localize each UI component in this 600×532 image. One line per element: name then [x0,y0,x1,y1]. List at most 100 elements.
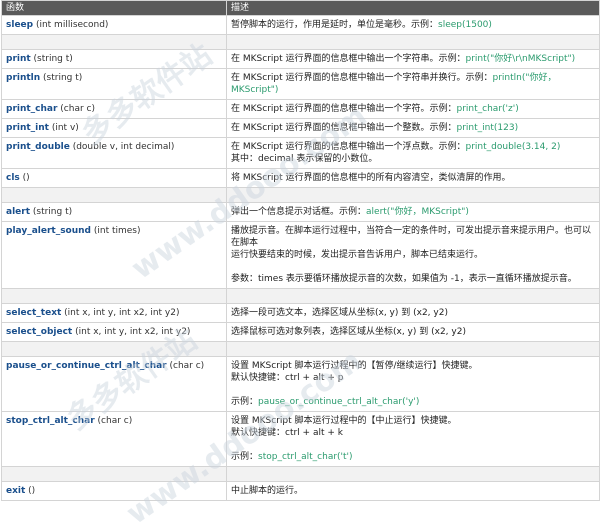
function-description-cell: 选择一段可选文本，选择区域从坐标(x, y) 到 (x2, y2) [226,303,600,323]
function-description-cell: 在 MKScript 运行界面的信息框中输出一个浮点数。示例：print_dou… [226,137,600,169]
header-description: 描述 [226,0,600,16]
spacer-cell [1,187,227,203]
spacer-row [1,187,600,203]
function-signature-cell: pause_or_continue_ctrl_alt_char (char c) [1,356,227,412]
function-name: pause_or_continue_ctrl_alt_char [6,361,167,371]
table-row: print (string t) 在 MKScript 运行界面的信息框中输出一个… [1,49,600,69]
description-text: 在 MKScript 运行界面的信息框中输出一个字符串并换行。示例： [231,73,493,83]
description-line: 在 MKScript 运行界面的信息框中输出一个字符串。示例：print("你好… [231,53,595,65]
table-body: sleep (int millisecond) 暂停脚本的运行，作用是延时，单位是… [1,15,600,501]
function-name: print_char [6,104,58,114]
function-description-cell: 将 MKScript 运行界面的信息框中的所有内容清空，类似清屏的作用。 [226,168,600,188]
spacer-cell [226,341,600,357]
description-text: 在 MKScript 运行界面的信息框中输出一个字符串。示例： [231,54,466,64]
table-row: alert (string t) 弹出一个信息提示对话框。示例：alert("你好… [1,202,600,222]
table-row: stop_ctrl_alt_char (char c) 设置 MKScript 脚… [1,411,600,467]
table-row: print_double (double v, int decimal) 在 MK… [1,137,600,169]
spacer-row [1,341,600,357]
function-name: print_double [6,142,70,152]
spacer-cell [1,288,227,304]
function-description-cell: 在 MKScript 运行界面的信息框中输出一个整数。示例：print_int(… [226,118,600,138]
function-name: print_int [6,123,49,133]
spacer-row [1,288,600,304]
function-signature-cell: alert (string t) [1,202,227,222]
function-params: (char c) [94,416,133,426]
header-function: 函数 [1,0,227,16]
spacer-row [1,34,600,50]
function-description-cell: 播放提示音。在脚本运行过程中，当符合一定的条件时，可发出提示音来提示用户。也可以… [226,221,600,289]
table-header-row: 函数 描述 [1,0,600,16]
description-text: 运行快要结束的时候，发出提示音告诉用户，脚本已结束运行。 [231,250,484,260]
function-description-cell: 在 MKScript 运行界面的信息框中输出一个字符串并换行。示例：printl… [226,68,600,100]
description-line: 默认快捷键：ctrl + alt + p [231,372,595,384]
function-reference-table: 函数 描述 sleep (int millisecond) 暂停脚本的运行，作用是… [1,0,600,501]
code-example: print_int(123) [456,123,519,133]
description-line: 选择鼠标可选对象列表，选择区域从坐标(x, y) 到 (x2, y2) [231,326,595,338]
function-description-cell: 选择鼠标可选对象列表，选择区域从坐标(x, y) 到 (x2, y2) [226,322,600,342]
function-description-cell: 中止脚本的运行。 [226,481,600,501]
spacer-cell [226,288,600,304]
description-line: 弹出一个信息提示对话框。示例：alert("你好，MKScript") [231,206,595,218]
code-example: alert("你好，MKScript") [366,207,469,217]
description-text: 暂停脚本的运行，作用是延时，单位是毫秒。示例： [231,20,439,30]
function-params: (int times) [91,226,141,236]
function-signature-cell: stop_ctrl_alt_char (char c) [1,411,227,467]
function-params: (string t) [40,73,83,83]
description-text: 默认快捷键：ctrl + alt + k [231,428,343,438]
description-text: 设置 MKScript 脚本运行过程中的【中止运行】快捷键。 [231,416,457,426]
function-description-cell: 在 MKScript 运行界面的信息框中输出一个字符串。示例：print("你好… [226,49,600,69]
table-row: select_text (int x, int y, int x2, int y… [1,303,600,323]
table-row: select_object (int x, int y, int x2, int… [1,322,600,342]
function-params: (int x, int y, int x2, int y2) [61,308,180,318]
description-text: 示例： [231,452,259,462]
function-params: (int v) [48,123,79,133]
function-name: cls [6,173,20,183]
function-name: stop_ctrl_alt_char [6,416,95,426]
description-text: 参数：times 表示要循环播放提示音的次数，如果值为 -1，表示一直循环播放提… [231,274,577,284]
description-text: 在 MKScript 运行界面的信息框中输出一个浮点数。示例： [231,142,466,152]
description-text: 选择鼠标可选对象列表，选择区域从坐标(x, y) 到 (x2, y2) [231,327,466,337]
function-name: print [6,54,31,64]
table-row: print_char (char c) 在 MKScript 运行界面的信息框中输… [1,99,600,119]
function-description-cell: 设置 MKScript 脚本运行过程中的【暂停/继续运行】快捷键。 默认快捷键：c… [226,356,600,412]
description-text: 默认快捷键：ctrl + alt + p [231,373,344,383]
function-name: select_text [6,308,62,318]
function-signature-cell: println (string t) [1,68,227,100]
table-row: play_alert_sound (int times) 播放提示音。在脚本运行过… [1,221,600,289]
spacer-cell [1,34,227,50]
description-text: 在 MKScript 运行界面的信息框中输出一个字符。示例： [231,104,457,114]
spacer-cell [1,341,227,357]
function-signature-cell: select_object (int x, int y, int x2, int… [1,322,227,342]
table-row: println (string t) 在 MKScript 运行界面的信息框中输出… [1,68,600,100]
code-example: pause_or_continue_ctrl_alt_char('y') [258,397,420,407]
function-signature-cell: print (string t) [1,49,227,69]
function-params: (string t) [30,207,73,217]
description-text: 在 MKScript 运行界面的信息框中输出一个整数。示例： [231,123,457,133]
description-text: 设置 MKScript 脚本运行过程中的【暂停/继续运行】快捷键。 [231,361,478,371]
spacer-cell [1,466,227,482]
description-line: 设置 MKScript 脚本运行过程中的【中止运行】快捷键。 [231,415,595,427]
description-line: 示例：pause_or_continue_ctrl_alt_char('y') [231,396,595,408]
description-line: 设置 MKScript 脚本运行过程中的【暂停/继续运行】快捷键。 [231,360,595,372]
description-text: 选择一段可选文本，选择区域从坐标(x, y) 到 (x2, y2) [231,308,448,318]
function-params: (string t) [30,54,73,64]
spacer-cell [226,187,600,203]
function-name: exit [6,486,26,496]
spacer-cell [226,34,600,50]
function-params: (char c) [57,104,95,114]
function-params: (int millisecond) [33,20,109,30]
function-name: println [6,73,41,83]
description-line: 中止脚本的运行。 [231,485,595,497]
function-signature-cell: print_double (double v, int decimal) [1,137,227,169]
code-example: print("你好\r\nMKScript") [465,54,576,64]
description-text: 中止脚本的运行。 [231,486,304,496]
description-line: 在 MKScript 运行界面的信息框中输出一个浮点数。示例：print_dou… [231,141,595,153]
table-row: exit () 中止脚本的运行。 [1,481,600,501]
function-description-cell: 在 MKScript 运行界面的信息框中输出一个字符。示例：print_char… [226,99,600,119]
description-text: 弹出一个信息提示对话框。示例： [231,207,367,217]
description-text: 播放提示音。在脚本运行过程中，当符合一定的条件时，可发出提示音来提示用户。也可以… [231,226,592,248]
description-line: 播放提示音。在脚本运行过程中，当符合一定的条件时，可发出提示音来提示用户。也可以… [231,225,595,249]
function-description-cell: 暂停脚本的运行，作用是延时，单位是毫秒。示例：sleep(1500) [226,15,600,35]
